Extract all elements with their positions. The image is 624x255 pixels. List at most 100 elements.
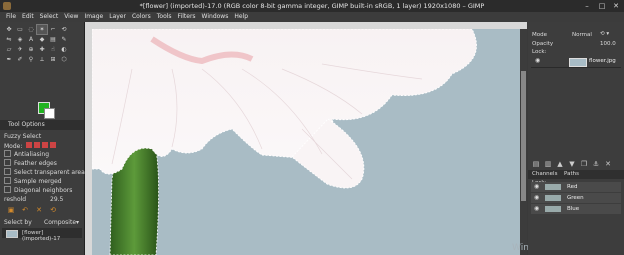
tool-options-tab[interactable]: Tool Options [0, 120, 84, 130]
image-canvas[interactable] [92, 29, 520, 255]
menu-help[interactable]: Help [231, 12, 251, 22]
eye-icon[interactable]: ◉ [534, 183, 539, 190]
threshold-value[interactable]: 29.5 [50, 195, 63, 204]
gradient-tool-icon[interactable]: ▤ [48, 35, 58, 44]
airbrush-tool-icon[interactable]: ✈ [15, 45, 25, 54]
raise-layer-icon[interactable]: ▲ [554, 160, 566, 168]
reset-mode-icon[interactable]: ⟲ ▾ [600, 31, 609, 37]
opacity-value[interactable]: 100.0 [600, 41, 616, 47]
close-button[interactable]: ✕ [609, 1, 623, 11]
tab-channels[interactable]: Channels [532, 171, 557, 177]
mode-intersect-icon[interactable] [50, 142, 57, 148]
scrollbar-thumb[interactable] [521, 71, 526, 201]
layer-row[interactable]: ◉ flower.jpg [531, 56, 621, 68]
feather-edges-label: Feather edges [14, 160, 57, 167]
lasso-tool-icon[interactable]: ◌ [26, 25, 36, 34]
menu-image[interactable]: Image [81, 12, 106, 22]
measure-tool-icon[interactable]: ⟂ [37, 55, 47, 64]
path-tool-icon[interactable]: ✒ [4, 55, 14, 64]
toolbox: ✥ ▭ ◌ ✶ ⌐ ⟲ ⇋ ◈ A ◆ ▤ ✎ ▱ ✈ ⊕ ✚ ☝ ◐ ✒ ✐ ⚲ ⟂ ⊞ ⬡ [4, 24, 80, 65]
menu-select[interactable]: Select [37, 12, 62, 22]
menu-view[interactable]: View [61, 12, 81, 22]
tab-paths[interactable]: Paths [564, 171, 579, 177]
eye-icon[interactable]: ◉ [534, 194, 539, 201]
warp-tool-icon[interactable]: ◈ [15, 35, 25, 44]
delete-options-icon[interactable]: ✕ [32, 206, 46, 214]
menu-layer[interactable]: Layer [106, 12, 129, 22]
select-transparent-option[interactable]: Select transparent areas [4, 168, 88, 177]
feather-edges-option[interactable]: Feather edges [4, 159, 82, 168]
dodge-tool-icon[interactable]: ◐ [59, 45, 69, 54]
menu-tools[interactable]: Tools [154, 12, 175, 22]
delete-layer-icon[interactable]: ✕ [602, 160, 614, 168]
chevron-down-icon[interactable]: ▾ [76, 218, 79, 227]
feather-edges-checkbox[interactable] [4, 159, 11, 166]
restore-options-icon[interactable]: ↶ [18, 206, 32, 214]
layer-thumbnail [569, 58, 587, 67]
sample-merged-checkbox[interactable] [4, 177, 11, 184]
new-layer-icon[interactable]: ▤ [530, 160, 542, 168]
horizontal-ruler[interactable] [85, 22, 527, 29]
rect-select-tool-icon[interactable]: ▭ [15, 25, 25, 34]
flip-tool-icon[interactable]: ⇋ [4, 35, 14, 44]
lock-label: Lock: [532, 49, 547, 55]
vertical-scrollbar[interactable] [520, 29, 527, 255]
left-dock: ✥ ▭ ◌ ✶ ⌐ ⟲ ⇋ ◈ A ◆ ▤ ✎ ▱ ✈ ⊕ ✚ ☝ ◐ ✒ ✐ ⚲ ⟂ ⊞ ⬡ Tool Options… [0, 22, 88, 255]
minimize-button[interactable]: – [580, 1, 594, 11]
channel-row-red[interactable]: ◉ Red [531, 182, 621, 192]
select-transparent-checkbox[interactable] [4, 168, 11, 175]
channel-row-blue[interactable]: ◉ Blue [531, 204, 621, 214]
transform-tool-icon[interactable]: ⟲ [59, 25, 69, 34]
menu-colors[interactable]: Colors [129, 12, 154, 22]
move-tool-icon[interactable]: ✥ [4, 25, 14, 34]
antialiasing-option[interactable]: Antialiasing [4, 150, 82, 159]
menu-file[interactable]: File [0, 12, 19, 22]
maximize-button[interactable]: □ [595, 1, 609, 11]
layer-group-icon[interactable]: ▥ [542, 160, 554, 168]
select-by-row: Select by Composite ▾ [4, 218, 82, 227]
color-picker-tool-icon[interactable]: ✐ [15, 55, 25, 64]
align-tool-icon[interactable]: ⊞ [48, 55, 58, 64]
paintbrush-tool-icon[interactable]: ✎ [59, 35, 69, 44]
clone-tool-icon[interactable]: ⊕ [26, 45, 36, 54]
smudge-tool-icon[interactable]: ☝ [48, 45, 58, 54]
image-tab[interactable]: [flower] (imported)-17 [2, 228, 82, 242]
text-tool-icon[interactable]: A [26, 35, 36, 44]
layers-buttons: ▤ ▥ ▲ ▼ ❐ ⚓ ✕ [530, 160, 614, 168]
selection-mode-row: Mode: [4, 141, 82, 150]
tool-options-panel: Fuzzy Select Mode: Antialiasing Feather … [4, 132, 88, 204]
save-options-icon[interactable]: ▣ [4, 206, 18, 214]
menu-windows[interactable]: Windows [199, 12, 232, 22]
mode-subtract-icon[interactable] [42, 142, 49, 148]
zoom-tool-icon[interactable]: ⚲ [26, 55, 36, 64]
mode-replace-icon[interactable] [26, 142, 33, 148]
cage-tool-icon[interactable]: ⬡ [59, 55, 69, 64]
reset-options-icon[interactable]: ⟲ [46, 206, 60, 214]
antialiasing-checkbox[interactable] [4, 150, 11, 157]
layer-mode-dropdown[interactable]: Normal [572, 32, 592, 38]
threshold-row: reshold 29.5 [4, 195, 82, 204]
lower-layer-icon[interactable]: ▼ [566, 160, 578, 168]
fuzzy-select-tool-icon[interactable]: ✶ [36, 24, 48, 35]
heal-tool-icon[interactable]: ✚ [37, 45, 47, 54]
sample-merged-option[interactable]: Sample merged [4, 177, 82, 186]
diagonal-neighbors-checkbox[interactable] [4, 186, 11, 193]
eye-icon[interactable]: ◉ [534, 205, 539, 212]
menu-filters[interactable]: Filters [175, 12, 199, 22]
background-color-swatch[interactable] [44, 108, 55, 119]
eye-icon[interactable]: ◉ [535, 57, 540, 64]
bucket-tool-icon[interactable]: ◆ [37, 35, 47, 44]
diagonal-neighbors-option[interactable]: Diagonal neighbors [4, 186, 82, 195]
channel-thumbnail [545, 184, 561, 190]
mode-add-icon[interactable] [34, 142, 41, 148]
duplicate-layer-icon[interactable]: ❐ [578, 160, 590, 168]
menu-edit[interactable]: Edit [19, 12, 37, 22]
eraser-tool-icon[interactable]: ▱ [4, 45, 14, 54]
channels-tabbar: Channels Paths [528, 170, 624, 179]
layer-name: flower.jpg [589, 58, 616, 64]
vertical-ruler[interactable] [85, 22, 92, 255]
crop-tool-icon[interactable]: ⌐ [48, 25, 58, 34]
channel-row-green[interactable]: ◉ Green [531, 193, 621, 203]
anchor-layer-icon[interactable]: ⚓ [590, 160, 602, 168]
select-by-dropdown[interactable]: Composite [44, 218, 76, 227]
